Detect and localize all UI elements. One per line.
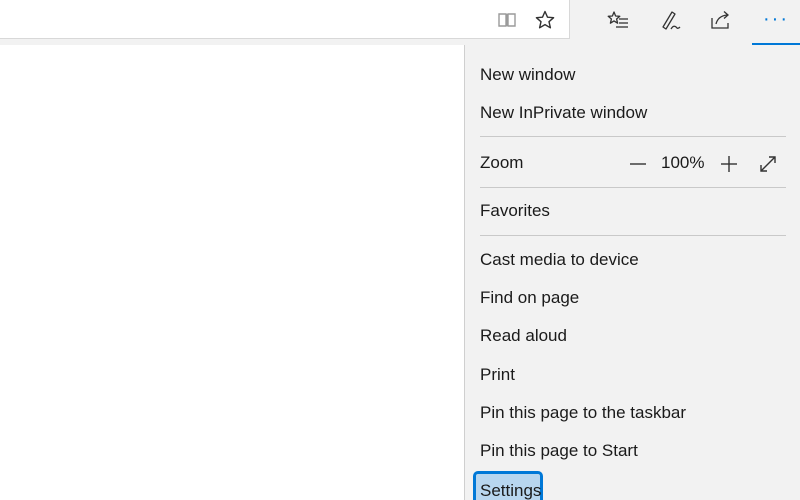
browser-toolbar: ··· (0, 0, 800, 45)
fullscreen-icon[interactable] (756, 152, 780, 176)
zoom-label: Zoom (480, 153, 524, 172)
menu-item-new-window[interactable]: New window (480, 64, 575, 86)
plus-icon[interactable] (717, 152, 741, 176)
zoom-value: 100% (661, 153, 705, 172)
star-icon[interactable] (533, 8, 557, 32)
menu-item-read-aloud[interactable]: Read aloud (480, 325, 567, 347)
browser-screen: ··· New window New InPrivate window Zoom… (0, 0, 800, 500)
menu-divider (480, 235, 786, 236)
menu-divider (480, 187, 786, 188)
minus-icon[interactable] (626, 152, 650, 176)
favorites-hub-icon[interactable] (604, 6, 632, 34)
menu-item-cast-media[interactable]: Cast media to device (480, 249, 639, 271)
settings-more-menu: New window New InPrivate window Zoom 100… (464, 45, 800, 500)
more-icon: ··· (763, 7, 789, 30)
pen-icon[interactable] (656, 6, 684, 34)
zoom-row: Zoom 100% (480, 152, 786, 176)
menu-item-favorites[interactable]: Favorites (480, 200, 550, 222)
address-bar[interactable] (0, 0, 570, 39)
menu-item-print[interactable]: Print (480, 364, 515, 386)
menu-divider (480, 136, 786, 137)
more-actions-button[interactable]: ··· (752, 0, 800, 45)
settings-label: Settings (480, 481, 542, 500)
menu-item-new-inprivate-window[interactable]: New InPrivate window (480, 102, 647, 124)
menu-item-settings[interactable]: Settings (473, 471, 543, 500)
page-content (0, 45, 464, 500)
menu-item-find-on-page[interactable]: Find on page (480, 287, 579, 309)
menu-item-pin-start[interactable]: Pin this page to Start (480, 440, 638, 462)
menu-item-pin-taskbar[interactable]: Pin this page to the taskbar (480, 402, 686, 424)
reading-view-icon[interactable] (495, 8, 519, 32)
share-icon[interactable] (707, 6, 735, 34)
